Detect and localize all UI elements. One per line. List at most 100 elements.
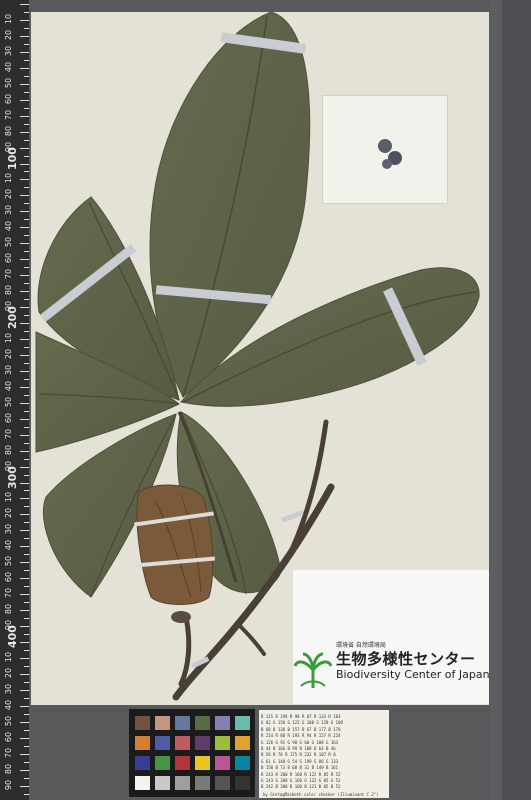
ruler-minor-label: 80 xyxy=(4,444,13,455)
ruler-minor-label: 40 xyxy=(4,61,13,72)
ruler-tick xyxy=(20,530,29,532)
ruler-tick xyxy=(24,155,29,157)
ruler-minor-label: 30 xyxy=(4,524,13,535)
color-swatch xyxy=(135,756,150,770)
ruler-minor-label: 70 xyxy=(4,747,13,758)
ruler-minor-label: 20 xyxy=(4,348,13,359)
color-table-row: G 243 G 200 G 160 G 122 G 85 G 52 xyxy=(261,778,341,783)
ruler-tick xyxy=(24,665,29,667)
ruler-tick xyxy=(20,689,29,691)
color-swatch xyxy=(195,716,210,730)
color-swatch xyxy=(195,736,210,750)
ruler-major-label: 200 xyxy=(6,306,19,329)
color-swatch xyxy=(175,776,190,790)
color-swatch xyxy=(235,776,250,790)
ruler-tick xyxy=(24,586,29,588)
ruler-tick xyxy=(24,394,29,396)
color-table-row: G 82 G 150 G 122 G 108 G 128 G 189 xyxy=(261,720,343,726)
ruler-tick xyxy=(20,594,29,596)
ruler-tick xyxy=(20,227,29,229)
ruler-tick xyxy=(24,91,29,93)
ruler-tick xyxy=(20,211,29,213)
ruler-tick xyxy=(20,402,29,404)
color-swatch xyxy=(235,716,250,730)
color-checker-chart xyxy=(129,709,255,797)
ruler-tick xyxy=(20,323,29,324)
color-swatch xyxy=(235,756,250,770)
ruler-tick xyxy=(24,522,29,524)
ruler-minor-label: 70 xyxy=(4,109,13,120)
ruler-tick xyxy=(24,570,29,572)
ruler-tick xyxy=(20,705,29,707)
ruler-minor-label: 80 xyxy=(4,763,13,774)
measuring-ruler: 10 20 30 40 50 60 70 80 90 100 10 20 30 40 50 60 70 80 90 2… xyxy=(0,0,29,800)
ruler-minor-label: 50 xyxy=(4,237,13,248)
ruler-minor-label: 70 xyxy=(4,588,13,599)
ruler-major-label: 300 xyxy=(6,465,19,489)
ruler-tick xyxy=(24,649,29,651)
ruler-tick xyxy=(24,554,29,556)
color-table-footer: by GretagMacbeth color checker (Illumina… xyxy=(263,792,379,797)
ruler-minor-label: 10 xyxy=(4,173,13,184)
ruler-tick xyxy=(24,123,29,125)
center-name-jp: 生物多様性センター xyxy=(336,650,476,668)
tape-strip xyxy=(280,510,304,523)
color-swatch xyxy=(155,756,170,770)
ruler-tick xyxy=(20,67,29,69)
ruler-tick xyxy=(24,235,29,237)
ruler-minor-label: 20 xyxy=(4,508,13,519)
ruler-tick xyxy=(20,291,29,293)
ruler-minor-label: 30 xyxy=(4,45,13,56)
ruler-tick xyxy=(20,610,29,612)
ruler-tick xyxy=(20,147,29,149)
color-swatch xyxy=(175,736,190,750)
ruler-tick xyxy=(24,618,29,620)
ruler-tick xyxy=(24,602,29,604)
ruler-minor-label: 10 xyxy=(4,332,13,344)
ruler-tick xyxy=(24,219,29,221)
ruler-tick xyxy=(24,681,29,683)
ruler-minor-label: 60 xyxy=(4,412,13,423)
ruler-minor-label: 80 xyxy=(4,125,13,136)
color-swatch xyxy=(195,756,210,770)
ruler-minor-label: 50 xyxy=(4,77,13,88)
ruler-minor-label: 70 xyxy=(4,269,13,280)
backdrop-right-edge xyxy=(490,0,502,800)
ruler-tick xyxy=(20,83,29,85)
ruler-tick xyxy=(24,458,29,460)
ruler-tick xyxy=(20,386,29,388)
institution-logo: 環境省 自然環境局 生物多様性センター Biodiversity Center … xyxy=(293,570,490,704)
ruler-tick xyxy=(24,43,29,45)
ruler-tick xyxy=(24,59,29,61)
ruler-tick xyxy=(20,434,29,436)
color-swatch xyxy=(135,716,150,730)
ruler-tick xyxy=(20,418,29,420)
ruler-tick xyxy=(20,51,29,53)
ruler-tick xyxy=(20,673,29,675)
ruler-tick xyxy=(24,490,29,492)
color-swatch xyxy=(175,716,190,730)
color-table-row: R 56 R 70 R 175 R 231 R 187 R 8 xyxy=(261,752,336,758)
ruler-tick xyxy=(20,785,29,787)
ruler-tick xyxy=(20,514,29,516)
color-swatch xyxy=(135,776,150,790)
ruler-tick xyxy=(20,578,29,580)
ruler-tick xyxy=(24,171,29,173)
ruler-tick xyxy=(20,737,29,739)
ruler-major-label: 400 xyxy=(6,625,19,648)
color-swatch xyxy=(135,736,150,750)
ruler-tick xyxy=(24,346,29,348)
ruler-minor-label: 20 xyxy=(4,29,13,40)
color-swatch xyxy=(215,756,230,770)
ruler-minor-label: 60 xyxy=(4,253,13,264)
ruler-tick xyxy=(24,283,29,285)
ruler-tick xyxy=(24,11,29,13)
color-table-row: B 242 B 200 B 160 B 121 B 85 B 52 xyxy=(261,784,341,790)
color-swatch xyxy=(195,776,210,790)
ruler-tick xyxy=(24,474,29,476)
ruler-tick xyxy=(24,426,29,428)
ruler-minor-label: 30 xyxy=(4,205,13,216)
ruler-minor-label: 10 xyxy=(4,492,13,503)
ruler-tick xyxy=(24,330,29,332)
ruler-tick xyxy=(20,338,29,340)
